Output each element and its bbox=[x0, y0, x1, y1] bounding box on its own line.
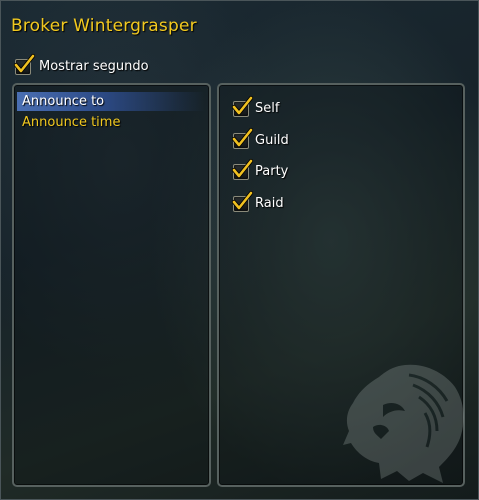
lion-head-emblem-icon bbox=[343, 364, 464, 483]
addon-options-frame: Broker Wintergrasper Mostrar segundo Ann… bbox=[0, 0, 479, 500]
tree-item-announce-time[interactable]: Announce time bbox=[17, 113, 205, 132]
show-seconds-checkbox[interactable] bbox=[13, 53, 36, 75]
checkmark-icon bbox=[231, 95, 254, 116]
self-checkbox[interactable] bbox=[231, 95, 254, 117]
tree-item-announce-to[interactable]: Announce to bbox=[17, 92, 205, 111]
raid-checkbox[interactable] bbox=[231, 190, 254, 212]
show-seconds-label: Mostrar segundo bbox=[39, 59, 149, 74]
announce-to-panel: Self Guild Party Raid bbox=[217, 83, 465, 487]
checkmark-icon bbox=[231, 127, 254, 148]
window-title: Broker Wintergrasper bbox=[11, 16, 197, 36]
checkmark-icon bbox=[231, 190, 254, 211]
checkmark-icon bbox=[13, 53, 36, 74]
guild-checkbox[interactable] bbox=[231, 127, 254, 149]
party-checkbox[interactable] bbox=[231, 158, 254, 180]
checkmark-icon bbox=[231, 158, 254, 179]
party-label: Party bbox=[255, 164, 289, 179]
raid-label: Raid bbox=[255, 196, 284, 211]
self-label: Self bbox=[255, 101, 280, 116]
guild-label: Guild bbox=[255, 133, 289, 148]
category-tree-panel: Announce to Announce time bbox=[12, 83, 211, 487]
